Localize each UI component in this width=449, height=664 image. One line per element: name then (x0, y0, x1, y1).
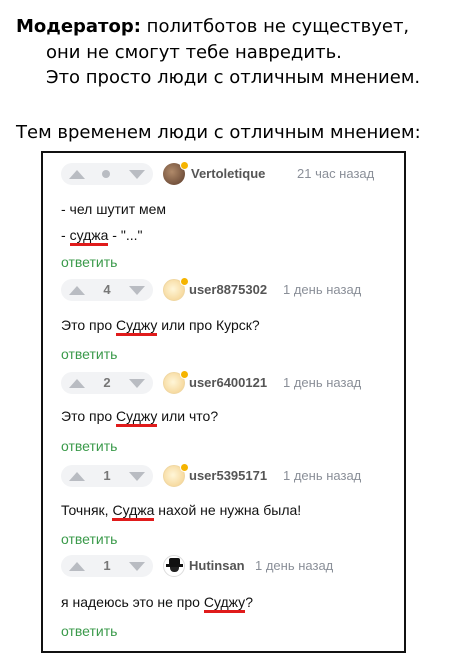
reply-link[interactable]: ответить (61, 438, 117, 454)
comments-screenshot: Vertoletique 21 час назад - чел шутит ме… (41, 151, 406, 653)
underlined-word: Суджу (116, 408, 158, 427)
comment-time[interactable]: 1 день назад (283, 375, 361, 390)
downvote-arrow-icon[interactable] (129, 286, 145, 295)
text-part: нахой не нужна была! (154, 502, 302, 518)
comment-author[interactable]: user5395171 (189, 468, 267, 483)
underlined-word: суджа (69, 227, 109, 246)
comment-time[interactable]: 1 день назад (255, 558, 333, 573)
comment-author[interactable]: user8875302 (189, 282, 267, 297)
comment-header: 1 Hutinsan 1 день назад (61, 555, 401, 577)
vote-bar: 2 (61, 372, 153, 394)
upvote-arrow-icon[interactable] (69, 379, 85, 388)
mustache-icon (170, 567, 179, 572)
vote-count: 1 (103, 468, 111, 483)
underlined-word: Суджа (112, 502, 155, 521)
vote-count: 1 (103, 558, 111, 573)
text-part: Точняк, (61, 502, 113, 518)
vote-bar (61, 163, 153, 185)
comment-time[interactable]: 21 час назад (297, 166, 374, 181)
vote-bar: 1 (61, 465, 153, 487)
comment-time[interactable]: 1 день назад (283, 468, 361, 483)
online-dot-icon (180, 277, 189, 286)
vote-bar: 4 (61, 279, 153, 301)
upvote-arrow-icon[interactable] (69, 472, 85, 481)
comment-text-line-1: - чел шутит мем (61, 201, 167, 217)
comment-text: Точняк, Суджа нахой не нужна была! (61, 502, 302, 521)
comment-author[interactable]: user6400121 (189, 375, 267, 390)
comment-text: Это про Суджу или про Курск? (61, 317, 260, 336)
text-part: или про Курск? (157, 317, 260, 333)
text-part: или что? (157, 408, 219, 424)
avatar[interactable] (163, 555, 185, 577)
upvote-arrow-icon[interactable] (69, 562, 85, 571)
vote-count: 2 (103, 375, 111, 390)
comment-header: 2 user6400121 1 день назад (61, 370, 401, 394)
comment-text-line-2: - суджа - "..." (61, 227, 143, 246)
online-dot-icon (180, 370, 189, 379)
downvote-arrow-icon[interactable] (129, 562, 145, 571)
online-dot-icon (180, 463, 189, 472)
text-part: я надеюсь это не про (61, 594, 204, 610)
moderator-text-1: политботов не существует, (146, 16, 410, 37)
text-part: Это про (61, 408, 117, 424)
upvote-arrow-icon[interactable] (69, 286, 85, 295)
online-dot-icon (180, 161, 189, 170)
vote-count: 4 (103, 282, 111, 297)
comment-text: Это про Суджу или что? (61, 408, 219, 427)
underlined-word: Суджу (203, 594, 246, 613)
moderator-line-3: Это просто люди с отличным мнением. (46, 67, 421, 88)
comment-author[interactable]: Vertoletique (191, 166, 265, 181)
downvote-arrow-icon[interactable] (129, 472, 145, 481)
moderator-line-1: Модератор: политботов не существует, (16, 16, 409, 37)
vote-bar: 1 (61, 555, 153, 577)
vote-neutral-dot-icon (102, 170, 110, 178)
underlined-word: Суджу (116, 317, 158, 336)
downvote-arrow-icon[interactable] (129, 170, 145, 179)
text-part: - "..." (108, 227, 143, 243)
moderator-line-2: они не смогут тебе навредить. (46, 42, 342, 63)
comment-header: 4 user8875302 1 день назад (61, 277, 401, 301)
meme-canvas: Модератор: политботов не существует, они… (0, 0, 449, 664)
downvote-arrow-icon[interactable] (129, 379, 145, 388)
comment-author[interactable]: Hutinsan (189, 558, 245, 573)
reply-link[interactable]: ответить (61, 531, 117, 547)
moderator-name: Модератор: (16, 16, 141, 37)
text-part: Это про (61, 317, 117, 333)
comment-header: Vertoletique 21 час назад (61, 161, 401, 185)
text-part: - (61, 227, 70, 243)
intro-caption: Тем временем люди с отличным мнением: (16, 122, 421, 143)
reply-link[interactable]: ответить (61, 623, 117, 639)
text-part: ? (245, 594, 253, 610)
comment-header: 1 user5395171 1 день назад (61, 463, 401, 487)
upvote-arrow-icon[interactable] (69, 170, 85, 179)
comment-time[interactable]: 1 день назад (283, 282, 361, 297)
comment-text: я надеюсь это не про Суджу? (61, 594, 253, 613)
reply-link[interactable]: ответить (61, 254, 117, 270)
reply-link[interactable]: ответить (61, 346, 117, 362)
